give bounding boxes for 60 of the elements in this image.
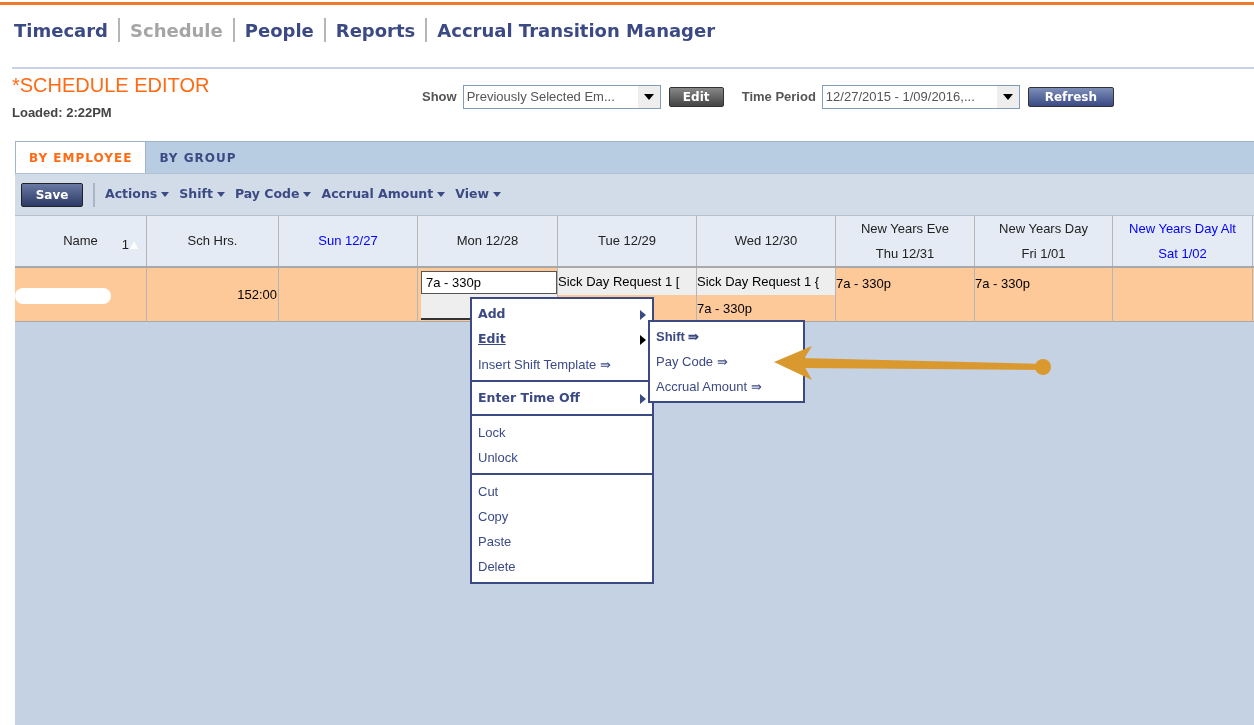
nav-link[interactable]: Accrual Transition Manager [437, 16, 716, 44]
nav-link[interactable]: Timecard [14, 16, 108, 44]
column-title: New Years Eve [860, 219, 950, 238]
toolbar-menu[interactable]: Pay Code [234, 185, 312, 204]
sort-icon [130, 240, 138, 249]
cell-editor[interactable]: 7a - 330p [421, 271, 557, 294]
edit-button[interactable]: Edit [668, 87, 724, 107]
table-cell: 7a - 330p [836, 276, 891, 291]
column-header[interactable]: Wed 12/30 [697, 216, 836, 266]
page-title: *SCHEDULE EDITOR [12, 73, 211, 97]
table-cell-text: Sick Day Request 1 [ [558, 272, 680, 291]
menu-item[interactable]: Unlock [472, 445, 652, 470]
column-title: Name [63, 232, 98, 251]
dropdown[interactable]: Previously Selected Em... [462, 85, 661, 109]
loaded-time: Loaded: 2:22PM [12, 104, 113, 122]
column-title: Fri 1/01 [1021, 245, 1066, 263]
dropdown[interactable]: 12/27/2015 - 1/09/2016,... [821, 85, 1020, 109]
toolbar-menu[interactable]: Actions [105, 185, 170, 204]
table-cell-text: Sick Day Request 1 { [697, 272, 820, 291]
menu-item[interactable]: Delete [472, 554, 652, 579]
nav-link[interactable]: Reports [335, 16, 416, 44]
refresh-button[interactable]: Refresh [1027, 87, 1114, 107]
column-title: New Years Day Alt [1129, 219, 1236, 238]
menu-item[interactable]: Cut [472, 479, 652, 504]
column-title: Sat 1/02 [1158, 245, 1207, 263]
field-label: Show [422, 88, 457, 107]
column-title: Tue 12/29 [597, 232, 657, 251]
menu-item[interactable]: Paste [472, 529, 652, 554]
toolbar-menu[interactable]: Shift [179, 185, 225, 204]
table-cell-text: 152:00 [237, 286, 277, 305]
menu-item[interactable]: Copy [472, 504, 652, 529]
column-title: Sun 12/27 [318, 232, 378, 251]
column-header[interactable]: New Years Day Fri 1/01 [975, 216, 1113, 266]
menu-item[interactable]: Accrual Amount ⇛ [650, 374, 803, 399]
column-header[interactable]: Sun 12/27 [279, 216, 418, 266]
toolbar-menu[interactable]: Accrual Amount [321, 185, 446, 204]
column-title: Sch Hrs. [187, 232, 238, 251]
column-header[interactable]: Name 1 [15, 216, 147, 266]
column-header[interactable]: Sch Hrs. [147, 216, 279, 266]
field-label: Time Period [741, 88, 816, 107]
column-title: Mon 12/28 [456, 232, 519, 251]
caret-icon [643, 94, 654, 100]
menu-item[interactable]: Insert Shift Template ⇛ [472, 352, 652, 377]
nav-link[interactable]: People [244, 16, 314, 44]
save-button[interactable]: Save [21, 182, 83, 207]
column-header[interactable]: New Years Day Alt Sat 1/02 [1113, 216, 1253, 266]
column-header[interactable]: Mon 12/28 [418, 216, 558, 266]
tab[interactable]: BY GROUP [146, 142, 250, 173]
caret-icon [1002, 94, 1013, 100]
column-header[interactable]: Tue 12/29 [558, 216, 697, 266]
table-cell: 7a - 330p [975, 276, 1030, 291]
menu-item[interactable]: Shift ⇛ [650, 324, 803, 349]
column-title: Wed 12/30 [734, 232, 798, 251]
sort-order: 1 [121, 236, 129, 254]
table-cell-text: 7a - 330p [697, 299, 752, 318]
toolbar-menu[interactable]: View [455, 185, 501, 204]
column-title: Thu 12/31 [875, 245, 935, 263]
menu-item[interactable]: Lock [472, 420, 652, 445]
column-title: New Years Day [999, 219, 1088, 238]
column-header[interactable]: New Years Eve Thu 12/31 [836, 216, 975, 266]
